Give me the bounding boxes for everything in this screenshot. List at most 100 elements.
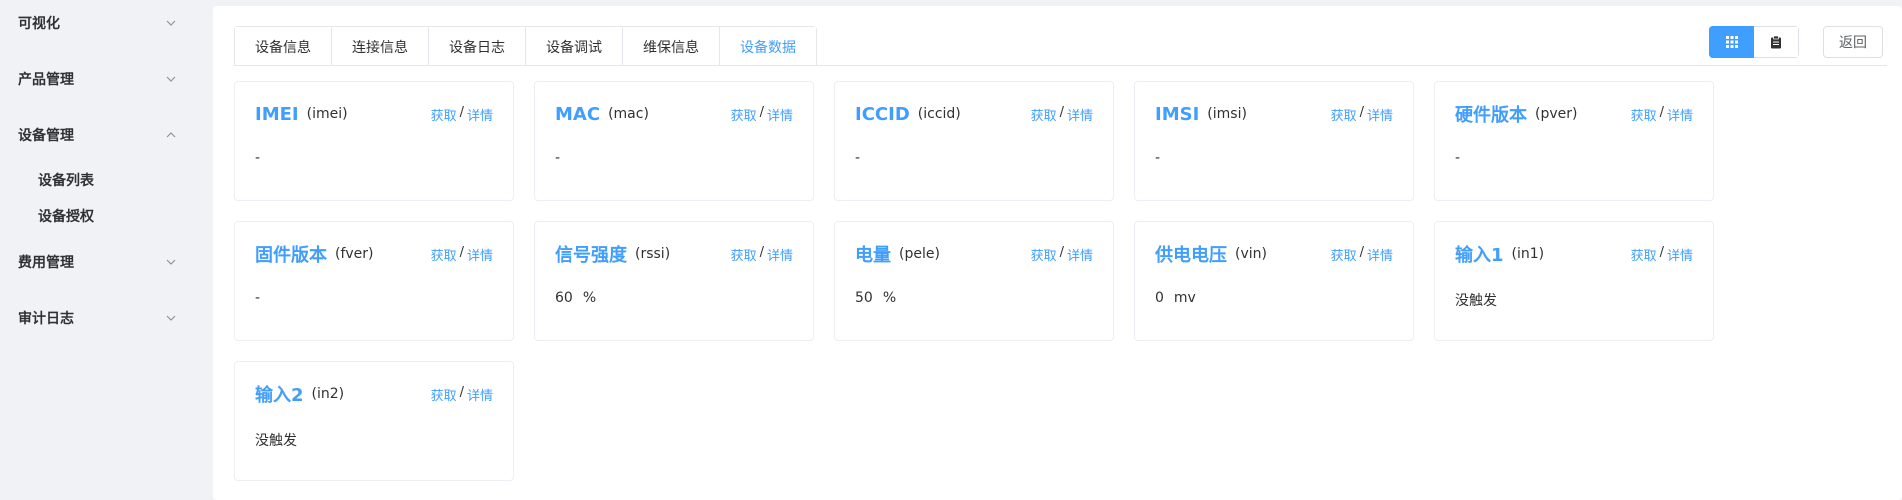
card-title: 固件版本 <box>255 245 327 266</box>
detail-link[interactable]: 详情 <box>1667 105 1693 124</box>
fetch-link[interactable]: 获取 <box>431 385 457 404</box>
card-title: ICCID <box>855 103 910 125</box>
card-value-row: - <box>555 150 570 166</box>
action-separator: / <box>1359 104 1364 120</box>
sidebar-item-visualization[interactable]: 可视化 <box>0 0 207 51</box>
fetch-link[interactable]: 获取 <box>1631 105 1657 124</box>
fetch-link[interactable]: 获取 <box>431 245 457 264</box>
tab-device-log[interactable]: 设备日志 <box>428 27 525 66</box>
fetch-link[interactable]: 获取 <box>1031 105 1057 124</box>
card-actions: 获取 / 详情 <box>1631 245 1693 264</box>
fetch-link[interactable]: 获取 <box>731 245 757 264</box>
sidebar-subitem-device-auth[interactable]: 设备授权 <box>0 198 207 234</box>
card-header: 固件版本 (fver) 获取 / 详情 <box>255 240 493 268</box>
detail-link[interactable]: 详情 <box>1067 105 1093 124</box>
tab-bar: 设备信息 连接信息 设备日志 设备调试 维保信息 设备数据 <box>234 26 817 66</box>
card-value: 没触发 <box>255 433 297 449</box>
card-value-row: 60% <box>555 290 596 306</box>
data-card: MAC (mac) 获取 / 详情 - <box>534 81 814 201</box>
sidebar-item-label: 产品管理 <box>18 72 74 88</box>
card-actions: 获取 / 详情 <box>731 105 793 124</box>
card-value-row: - <box>255 290 270 306</box>
document-icon <box>1771 35 1781 48</box>
detail-link[interactable]: 详情 <box>467 245 493 264</box>
tab-maintenance-info[interactable]: 维保信息 <box>622 27 719 66</box>
fetch-link[interactable]: 获取 <box>731 105 757 124</box>
card-key: (rssi) <box>635 246 671 262</box>
sidebar-item-label: 审计日志 <box>18 311 74 327</box>
tab-connection-info[interactable]: 连接信息 <box>331 27 428 66</box>
card-title: 输入1 <box>1455 245 1504 266</box>
sidebar-item-audit-log[interactable]: 审计日志 <box>0 290 207 346</box>
card-title: 供电电压 <box>1155 245 1227 266</box>
detail-link[interactable]: 详情 <box>467 105 493 124</box>
sidebar-item-label: 可视化 <box>18 16 60 32</box>
fetch-link[interactable]: 获取 <box>1031 245 1057 264</box>
card-value: 0 <box>1155 290 1164 306</box>
fetch-link[interactable]: 获取 <box>431 105 457 124</box>
fetch-link[interactable]: 获取 <box>1331 105 1357 124</box>
sidebar-item-billing[interactable]: 费用管理 <box>0 234 207 290</box>
action-separator: / <box>759 104 764 120</box>
action-separator: / <box>459 384 464 400</box>
grid-view-button[interactable] <box>1709 26 1754 58</box>
tab-device-data[interactable]: 设备数据 <box>719 27 816 66</box>
card-actions: 获取 / 详情 <box>1331 245 1393 264</box>
detail-link[interactable]: 详情 <box>467 385 493 404</box>
card-actions: 获取 / 详情 <box>1631 105 1693 124</box>
card-actions: 获取 / 详情 <box>431 105 493 124</box>
card-key: (fver) <box>335 246 374 262</box>
sidebar-subitem-label: 设备列表 <box>38 173 94 189</box>
card-value: - <box>1155 150 1161 166</box>
detail-link[interactable]: 详情 <box>1367 245 1393 264</box>
sidebar-item-products[interactable]: 产品管理 <box>0 51 207 107</box>
card-value: - <box>255 290 261 306</box>
data-card: IMSI (imsi) 获取 / 详情 - <box>1134 81 1414 201</box>
card-actions: 获取 / 详情 <box>431 385 493 404</box>
tab-device-info[interactable]: 设备信息 <box>235 27 331 66</box>
card-unit: mv <box>1173 290 1196 306</box>
card-key: (pver) <box>1535 106 1578 122</box>
sidebar-item-label: 费用管理 <box>18 255 74 271</box>
detail-link[interactable]: 详情 <box>1367 105 1393 124</box>
card-actions: 获取 / 详情 <box>431 245 493 264</box>
card-value: - <box>255 150 261 166</box>
data-card: ICCID (iccid) 获取 / 详情 - <box>834 81 1114 201</box>
card-value: - <box>1455 150 1461 166</box>
card-header: 供电电压 (vin) 获取 / 详情 <box>1155 240 1393 268</box>
detail-link[interactable]: 详情 <box>1067 245 1093 264</box>
card-value: 没触发 <box>1455 293 1497 309</box>
fetch-link[interactable]: 获取 <box>1331 245 1357 264</box>
chevron-down-icon <box>166 76 176 82</box>
tab-device-debug[interactable]: 设备调试 <box>525 27 622 66</box>
card-value-row: 没触发 <box>255 430 307 450</box>
card-key: (imsi) <box>1207 106 1247 122</box>
fetch-link[interactable]: 获取 <box>1631 245 1657 264</box>
action-separator: / <box>459 104 464 120</box>
card-title: IMSI <box>1155 103 1200 125</box>
card-value-row: 没触发 <box>1455 290 1507 310</box>
data-card: 供电电压 (vin) 获取 / 详情 0 mv <box>1134 221 1414 341</box>
sidebar-item-devices[interactable]: 设备管理 <box>0 107 207 163</box>
card-title: 硬件版本 <box>1455 105 1527 126</box>
card-value-row: 50% <box>855 290 896 306</box>
card-key: (in1) <box>1511 246 1545 262</box>
card-value-row: - <box>855 150 870 166</box>
card-value-row: 0 mv <box>1155 290 1196 306</box>
data-card: 输入1 (in1) 获取 / 详情 没触发 <box>1434 221 1714 341</box>
detail-link[interactable]: 详情 <box>767 105 793 124</box>
card-value-row: - <box>1155 150 1170 166</box>
sidebar-subitem-device-list[interactable]: 设备列表 <box>0 162 207 198</box>
action-separator: / <box>1059 104 1064 120</box>
list-view-button[interactable] <box>1754 26 1799 58</box>
detail-link[interactable]: 详情 <box>1667 245 1693 264</box>
detail-link[interactable]: 详情 <box>767 245 793 264</box>
card-key: (imei) <box>306 106 348 122</box>
data-card: IMEI (imei) 获取 / 详情 - <box>234 81 514 201</box>
chevron-up-icon <box>166 132 176 138</box>
card-key: (mac) <box>608 106 649 122</box>
sidebar-subitem-label: 设备授权 <box>38 209 94 225</box>
grid-icon <box>1725 36 1738 48</box>
back-button[interactable]: 返回 <box>1823 26 1883 58</box>
tabs-divider <box>234 65 1887 66</box>
